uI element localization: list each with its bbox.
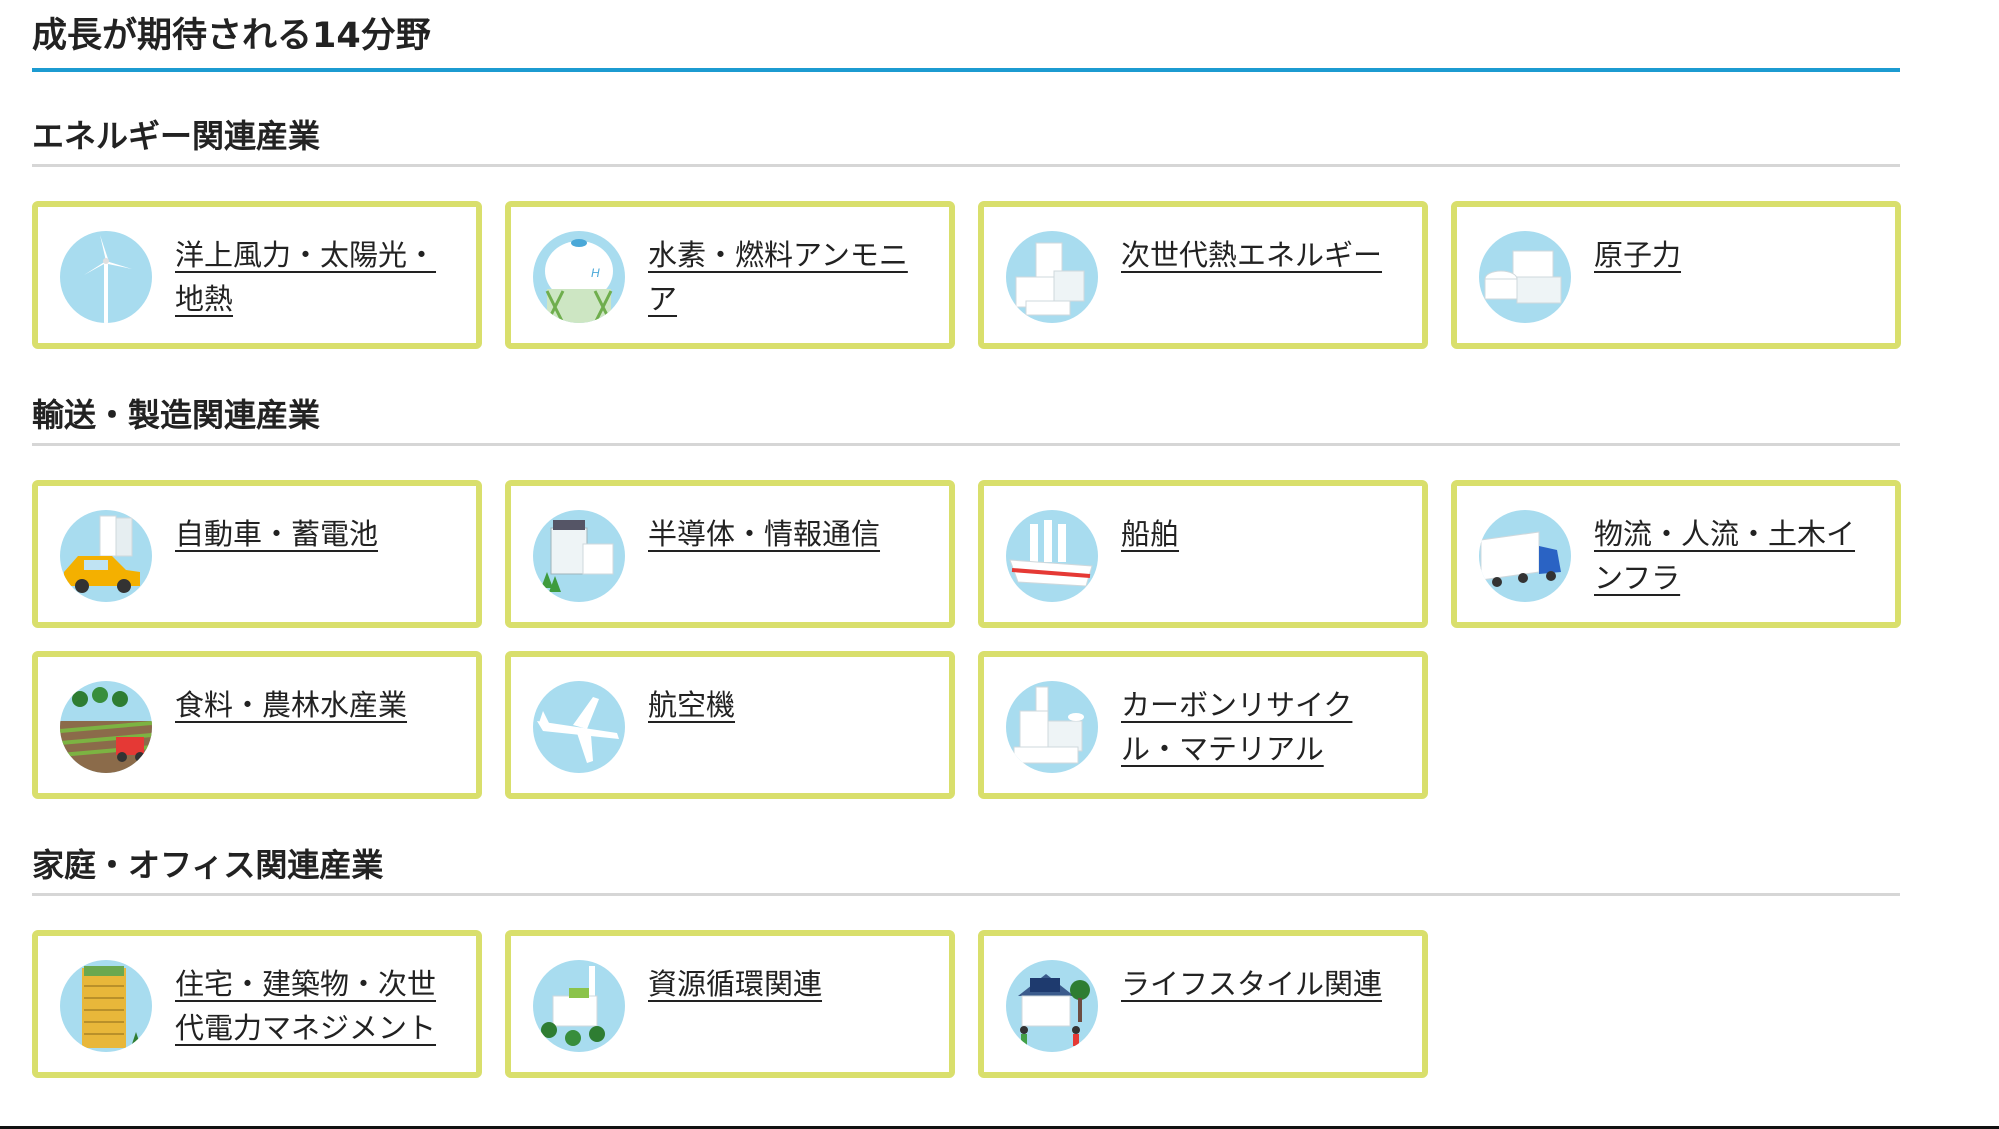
card-label[interactable]: ライフスタイル関連 xyxy=(1121,962,1404,1006)
card-nuclear[interactable]: 原子力 xyxy=(1451,201,1901,349)
card-semiconductor[interactable]: 半導体・情報通信 xyxy=(505,480,955,628)
card-label[interactable]: 自動車・蓄電池 xyxy=(175,512,458,556)
svg-text:H: H xyxy=(591,266,600,280)
card-lifestyle[interactable]: ライフスタイル関連 xyxy=(978,930,1428,1078)
card-label[interactable]: 原子力 xyxy=(1594,233,1877,277)
card-label[interactable]: 住宅・建築物・次世代電力マネジメント xyxy=(175,962,458,1050)
card-label[interactable]: 水素・燃料アンモニア xyxy=(648,233,931,321)
industries-page: 成長が期待される14分野 エネルギー関連産業 洋上風力・太陽光・地熱 H 水素・… xyxy=(32,0,1901,1078)
wind-turbine-icon xyxy=(60,231,152,323)
hydrogen-tank-icon: H xyxy=(533,231,625,323)
card-offshore-wind[interactable]: 洋上風力・太陽光・地熱 xyxy=(32,201,482,349)
card-label[interactable]: カーボンリサイクル・マテリアル xyxy=(1121,683,1404,771)
solar-house-icon xyxy=(1006,960,1098,1052)
card-label[interactable]: 半導体・情報通信 xyxy=(648,512,931,556)
card-hydrogen-ammonia[interactable]: H 水素・燃料アンモニア xyxy=(505,201,955,349)
truck-icon xyxy=(1479,510,1571,602)
green-building-icon xyxy=(60,960,152,1052)
section-title-home-office: 家庭・オフィス関連産業 xyxy=(32,835,1900,896)
card-label[interactable]: 次世代熱エネルギー xyxy=(1121,233,1404,277)
card-label[interactable]: 資源循環関連 xyxy=(648,962,931,1006)
card-housing-energy-mgmt[interactable]: 住宅・建築物・次世代電力マネジメント xyxy=(32,930,482,1078)
card-food-agriculture[interactable]: 食料・農林水産業 xyxy=(32,651,482,799)
section-home-office-grid: 住宅・建築物・次世代電力マネジメント 資源循環関連 ライフスタイル関連 xyxy=(32,930,1900,1078)
recycling-plant-icon xyxy=(533,960,625,1052)
nuclear-plant-icon xyxy=(1479,231,1571,323)
card-label[interactable]: 物流・人流・土木インフラ xyxy=(1594,512,1877,600)
card-label[interactable]: 船舶 xyxy=(1121,512,1404,556)
page-title: 成長が期待される14分野 xyxy=(32,0,1900,72)
car-battery-icon xyxy=(60,510,152,602)
card-aircraft[interactable]: 航空機 xyxy=(505,651,955,799)
card-ship[interactable]: 船舶 xyxy=(978,480,1428,628)
card-logistics-infra[interactable]: 物流・人流・土木インフラ xyxy=(1451,480,1901,628)
section-title-transport: 輸送・製造関連産業 xyxy=(32,385,1900,446)
card-carbon-recycle[interactable]: カーボンリサイクル・マテリアル xyxy=(978,651,1428,799)
section-title-energy: エネルギー関連産業 xyxy=(32,106,1900,167)
heat-plant-icon xyxy=(1006,231,1098,323)
airplane-icon xyxy=(533,681,625,773)
card-next-gen-heat[interactable]: 次世代熱エネルギー xyxy=(978,201,1428,349)
card-resource-circulation[interactable]: 資源循環関連 xyxy=(505,930,955,1078)
semiconductor-building-icon xyxy=(533,510,625,602)
ship-icon xyxy=(1006,510,1098,602)
section-transport-grid: 自動車・蓄電池 半導体・情報通信 船舶 物流・人流・土木インフラ 食料・農林水産… xyxy=(32,480,1901,799)
section-energy-grid: 洋上風力・太陽光・地熱 H 水素・燃料アンモニア 次世代熱エネルギー 原子力 xyxy=(32,201,1901,349)
card-label[interactable]: 航空機 xyxy=(648,683,931,727)
farm-tractor-icon xyxy=(60,681,152,773)
card-label[interactable]: 洋上風力・太陽光・地熱 xyxy=(175,233,458,321)
recycle-factory-icon xyxy=(1006,681,1098,773)
card-automobile-battery[interactable]: 自動車・蓄電池 xyxy=(32,480,482,628)
card-label[interactable]: 食料・農林水産業 xyxy=(175,683,458,727)
